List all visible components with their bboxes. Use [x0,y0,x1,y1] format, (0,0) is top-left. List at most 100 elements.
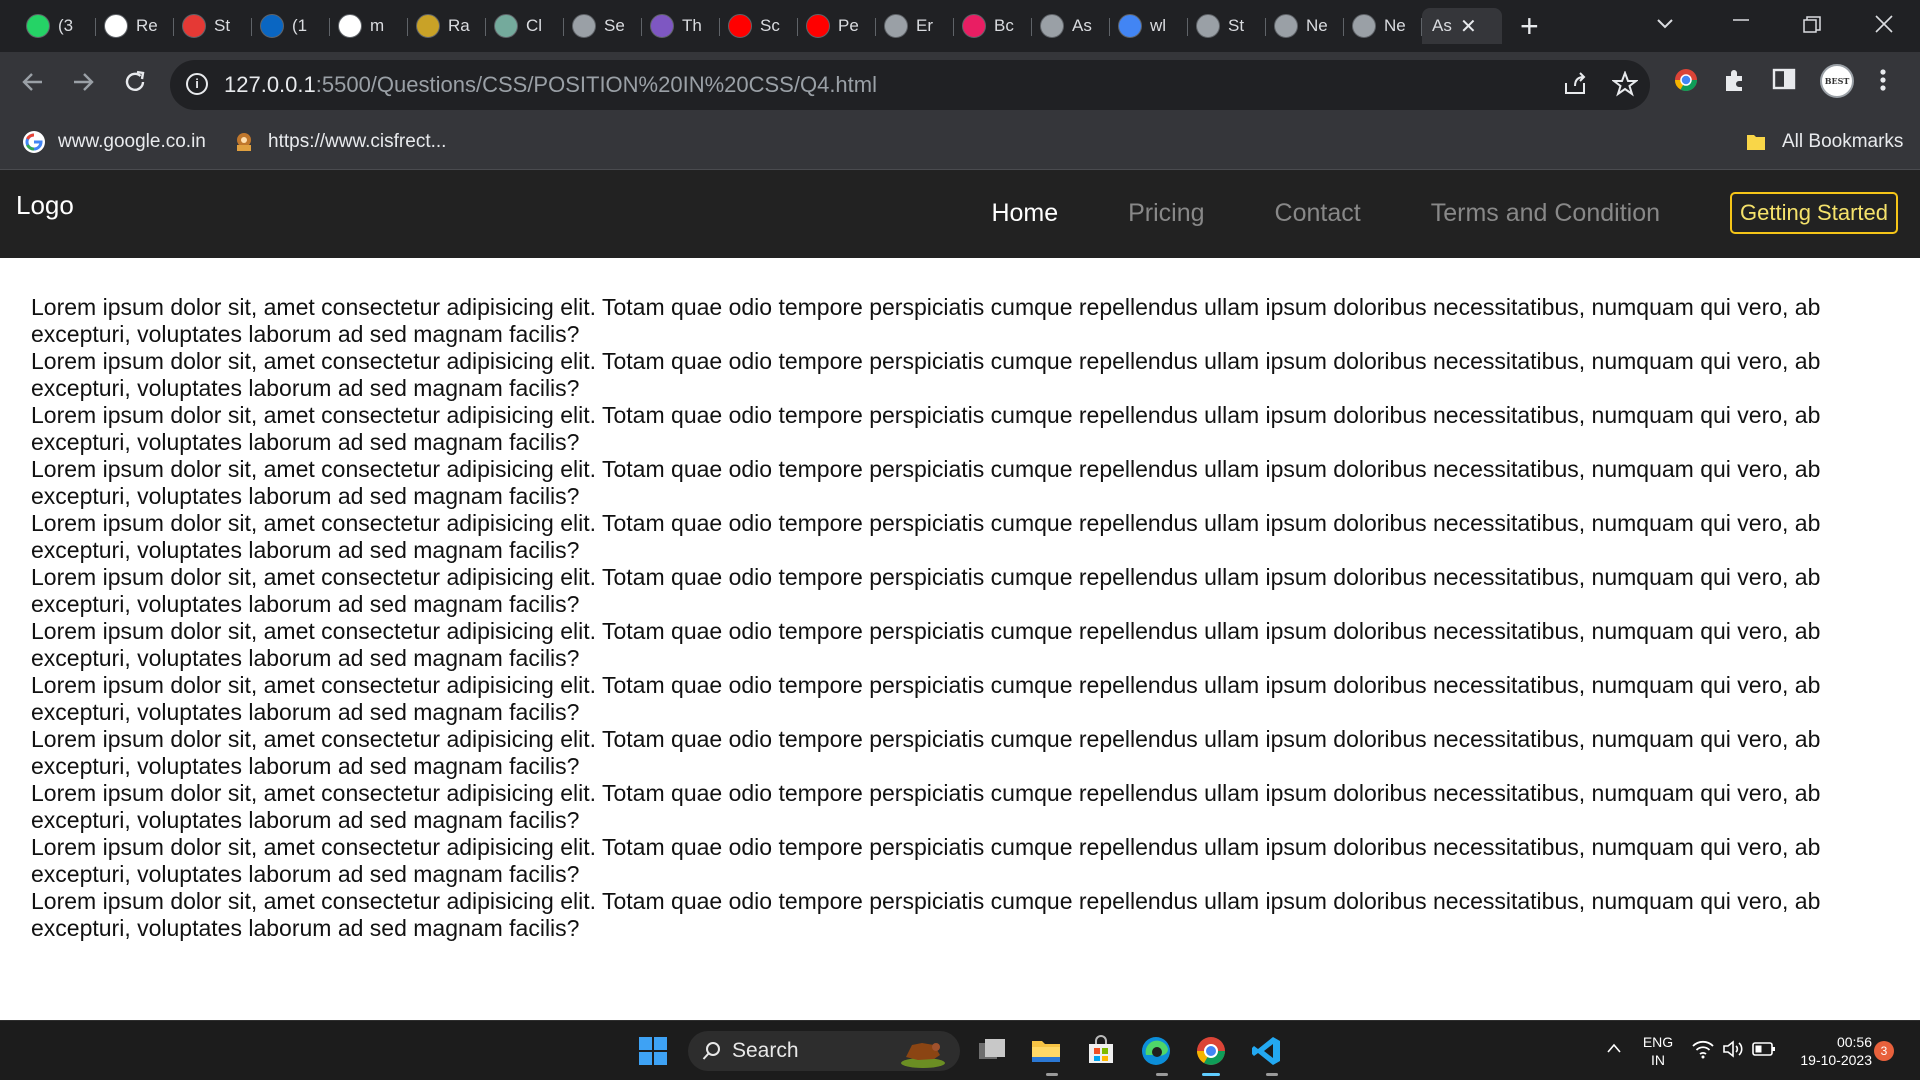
new-tab-button[interactable]: + [1520,9,1539,43]
volume-icon[interactable] [1722,1039,1744,1064]
nav-link-contact[interactable]: Contact [1275,193,1361,233]
file-explorer-icon[interactable] [1030,1035,1062,1067]
restore-button[interactable] [1803,14,1821,40]
browser-tab[interactable]: St [174,8,252,44]
url-path: :5500/Questions/CSS/POSITION%20IN%20CSS/… [315,72,877,97]
reload-button[interactable] [122,69,148,101]
google-icon [1118,14,1142,38]
search-highlight-icon [901,1043,945,1068]
tab-title: Cl [526,16,543,35]
browser-tab[interactable]: Sc [720,8,798,44]
browser-tab[interactable]: Ne [1266,8,1344,44]
globe-icon [1040,14,1064,38]
microsoft-store-icon[interactable] [1085,1035,1117,1067]
browser-toolbar: i 127.0.0.1:5500/Questions/CSS/POSITION%… [0,52,1920,118]
browser-tab[interactable]: Pe [798,8,876,44]
whatsapp-icon [26,14,50,38]
content-paragraph: Lorem ipsum dolor sit, amet consectetur … [31,834,1821,887]
chrome-menu-icon[interactable] [1878,67,1888,98]
show-hidden-icons-chevron-icon[interactable] [1606,1041,1622,1059]
address-bar[interactable]: i 127.0.0.1:5500/Questions/CSS/POSITION%… [170,60,1650,110]
chrome-extension-icon[interactable] [1673,67,1699,98]
language-indicator[interactable]: ENG IN [1638,1033,1678,1069]
colorful-logo-icon [962,14,986,38]
running-indicator [1046,1073,1058,1076]
browser-tab[interactable]: Bc [954,8,1032,44]
browser-tab[interactable]: St [1188,8,1266,44]
share-icon[interactable] [1562,71,1588,104]
browser-tab[interactable]: wl [1110,8,1188,44]
forward-arrow-icon [74,73,94,91]
vscode-icon[interactable] [1250,1035,1282,1067]
running-indicator [1266,1073,1278,1076]
getting-started-button[interactable]: Getting Started [1730,192,1898,234]
close-tab-icon[interactable]: ✕ [1460,14,1477,39]
back-button[interactable] [20,69,46,101]
globe-icon [1196,14,1220,38]
site-logo[interactable]: Logo [16,190,74,221]
content-paragraph: Lorem ipsum dolor sit, amet consectetur … [31,456,1821,509]
bookmark-label: www.google.co.in [58,131,206,152]
wifi-icon[interactable] [1692,1039,1714,1064]
browser-tab[interactable]: As [1032,8,1110,44]
extensions-puzzle-icon[interactable] [1722,67,1748,98]
edge-icon[interactable] [1140,1035,1172,1067]
browser-tab[interactable]: Er [876,8,954,44]
browser-tab[interactable]: Ra [408,8,486,44]
close-window-button[interactable] [1875,13,1893,39]
globe-icon [572,14,596,38]
browser-tab[interactable]: (1 [252,8,330,44]
windows-start-icon[interactable] [638,1036,670,1068]
windows-taskbar: Search ENG IN 00:56 19-10-2023 3 [0,1020,1920,1080]
tab-title: St [214,16,231,35]
notification-badge[interactable]: 3 [1874,1041,1894,1061]
tab-title: Th [682,16,702,35]
clock[interactable]: 00:56 19-10-2023 [1786,1033,1872,1069]
profile-avatar[interactable]: BEST [1820,64,1854,98]
browser-tab[interactable]: Th [642,8,720,44]
bookmark-star-icon[interactable] [1611,70,1639,104]
browser-tab[interactable]: Ne [1344,8,1422,44]
all-bookmarks-button[interactable]: All Bookmarks [1744,130,1903,154]
browser-tab[interactable]: (3 [18,8,96,44]
minimize-button[interactable] [1732,8,1750,34]
browser-tab[interactable]: m [330,8,408,44]
reload-icon [125,70,145,91]
tab-title: wl [1150,16,1167,35]
chrome-logo-icon [1352,14,1376,38]
folder-icon [1747,135,1765,150]
nav-link-home[interactable]: Home [991,193,1058,233]
site-info-icon[interactable]: i [186,73,208,95]
content-paragraph: Lorem ipsum dolor sit, amet consectetur … [31,726,1821,779]
emblem-icon [237,133,251,151]
taskbar-search[interactable]: Search [688,1031,960,1071]
tab-search-chevron-icon[interactable] [1656,10,1674,36]
browser-tab[interactable]: Cl [486,8,564,44]
browser-tab[interactable]: Se [564,8,642,44]
task-view-icon[interactable] [976,1035,1008,1067]
browser-tab[interactable]: Re [96,8,174,44]
battery-icon[interactable] [1752,1041,1776,1062]
side-panel-icon[interactable] [1772,67,1796,96]
browser-tab-active[interactable]: As ✕ [1422,8,1502,44]
youtube-icon [806,14,830,38]
content-paragraph: Lorem ipsum dolor sit, amet consectetur … [31,348,1821,401]
nav-link-terms[interactable]: Terms and Condition [1431,193,1660,233]
content-paragraph: Lorem ipsum dolor sit, amet consectetur … [31,510,1821,563]
tab-title: As [1432,16,1452,35]
tab-title: Sc [760,16,780,35]
content-paragraph: Lorem ipsum dolor sit, amet consectetur … [31,672,1821,725]
youtube-icon [728,14,752,38]
clock-date: 19-10-2023 [1800,1052,1872,1068]
active-app-indicator [1202,1073,1220,1076]
google-icon [23,131,45,153]
bookmark-google[interactable]: www.google.co.in [22,130,206,154]
tab-title: (3 [58,16,74,35]
forward-button[interactable] [70,69,96,101]
nav-link-pricing[interactable]: Pricing [1128,193,1204,233]
chrome-taskbar-icon[interactable] [1195,1035,1227,1067]
region-code: IN [1651,1052,1665,1068]
content-paragraph: Lorem ipsum dolor sit, amet consectetur … [31,402,1821,455]
bookmark-cisf[interactable]: https://www.cisfrect... [232,130,446,154]
url-text[interactable]: 127.0.0.1:5500/Questions/CSS/POSITION%20… [224,72,877,98]
